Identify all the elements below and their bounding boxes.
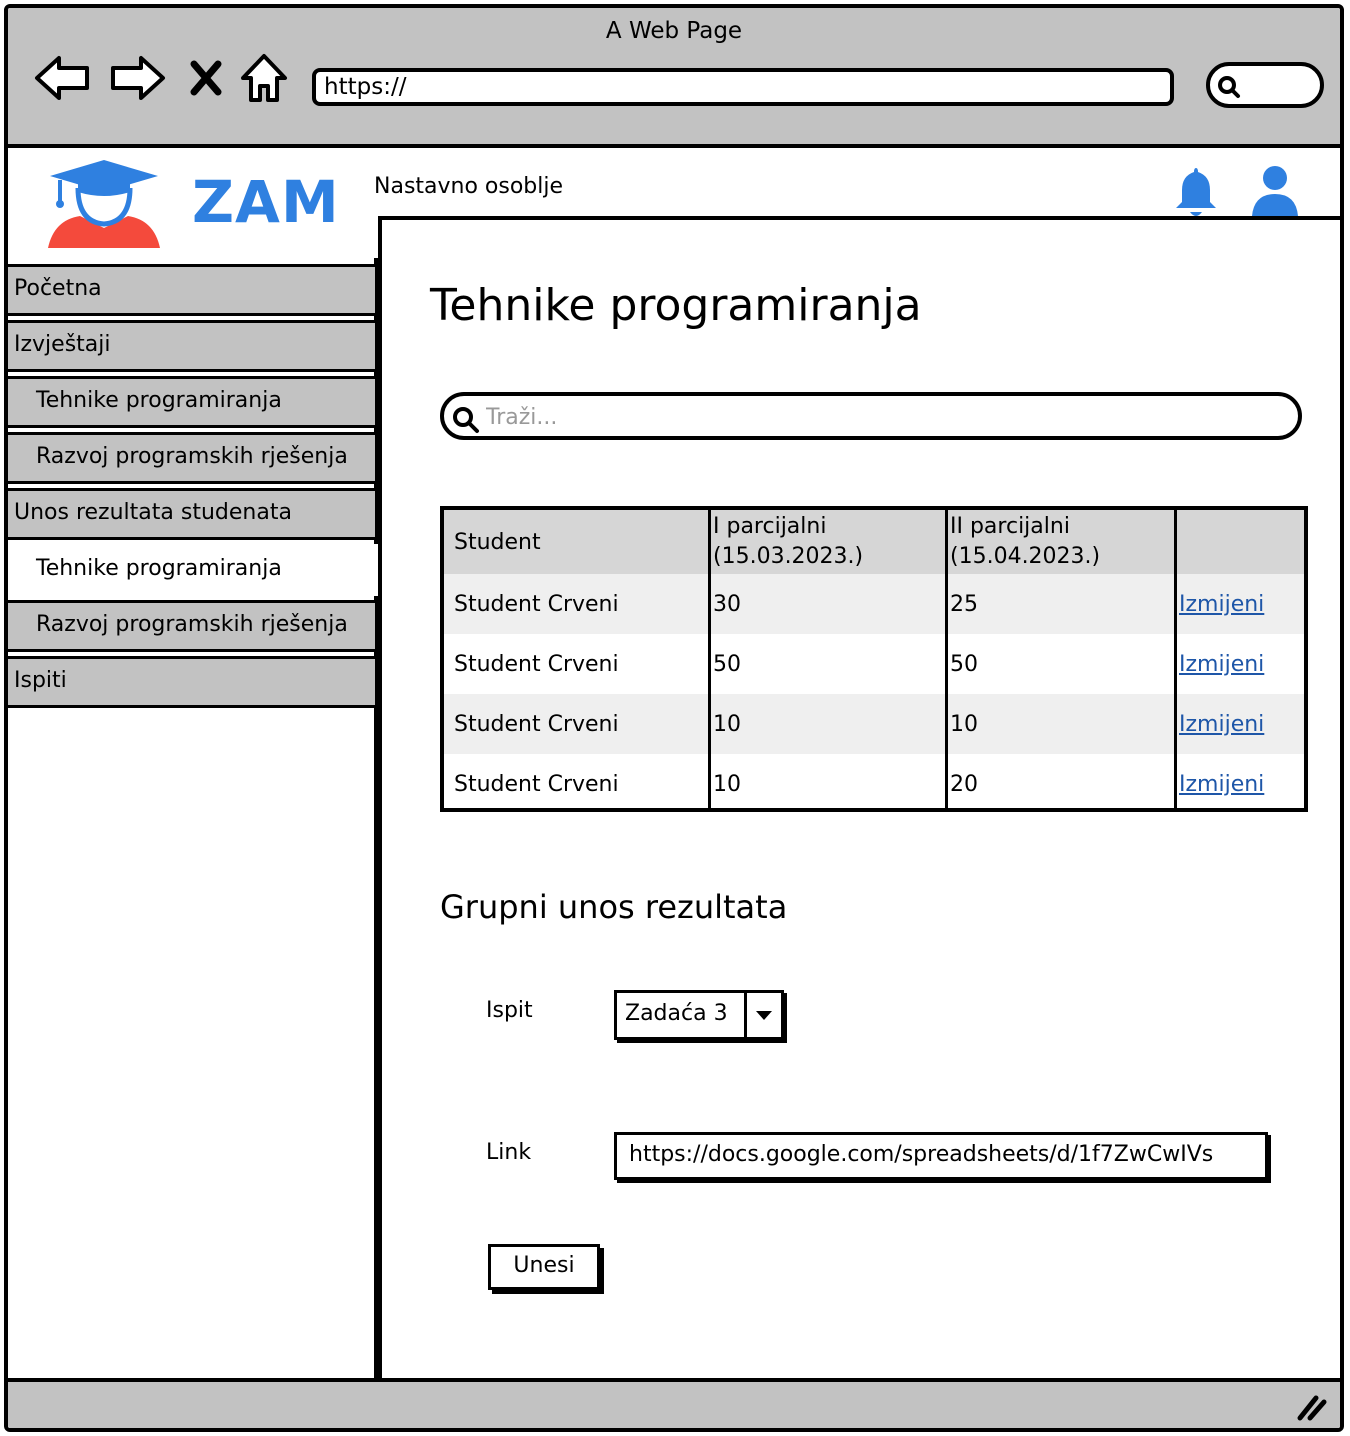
close-icon[interactable] xyxy=(176,48,236,108)
actions-cell: Izmijeni xyxy=(1174,574,1304,634)
resize-handle-icon[interactable] xyxy=(1294,1392,1328,1422)
student-cell: Student Crveni xyxy=(454,771,619,797)
actions-cell: Izmijeni xyxy=(1174,694,1304,754)
window-title: A Web Page xyxy=(605,18,743,44)
student-cell: Student Crveni xyxy=(454,711,619,737)
partial-2-cell: 20 xyxy=(945,754,1176,808)
partial-2-cell: 25 xyxy=(945,574,1176,634)
search-input[interactable] xyxy=(484,400,1288,434)
exam-label: Ispit xyxy=(486,998,533,1023)
address-bar[interactable]: https:// xyxy=(312,68,1174,106)
edit-link[interactable]: Izmijeni xyxy=(1179,712,1264,737)
browser-toolbar: A Web Page https:// xyxy=(8,8,1340,148)
brand-name: ZAM xyxy=(192,168,340,236)
graduate-avatar-logo xyxy=(44,158,164,252)
results-table: Student I parcijalni (15.03.2023.) II par… xyxy=(440,506,1308,812)
sidebar-item[interactable]: Tehnike programiranja xyxy=(8,544,378,596)
chevron-down-icon[interactable] xyxy=(744,993,781,1037)
browser-search-field[interactable] xyxy=(1206,62,1324,108)
sidebar-item[interactable]: Tehnike programiranja xyxy=(8,376,378,428)
edit-link[interactable]: Izmijeni xyxy=(1179,592,1264,617)
search-icon xyxy=(453,407,479,433)
sidebar-item[interactable]: Razvoj programskih rješenja xyxy=(8,432,378,484)
search-box[interactable] xyxy=(440,392,1302,440)
status-bar xyxy=(8,1378,1340,1428)
header-text: I parcijalni (15.03.2023.) xyxy=(713,514,864,569)
partial-1-cell: 30 xyxy=(708,574,947,634)
group-entry-title: Grupni unos rezultata xyxy=(440,888,788,926)
forward-icon[interactable] xyxy=(108,48,168,108)
table-row: Student Crveni 10 20 Izmijeni xyxy=(444,754,1304,808)
table-row: Student Crveni 30 25 Izmijeni xyxy=(444,574,1304,634)
actions-cell: Izmijeni xyxy=(1174,634,1304,694)
link-label: Link xyxy=(486,1140,532,1165)
table-row: Student Crveni 10 10 Izmijeni xyxy=(444,694,1304,754)
exam-select[interactable]: Zadaća 3 xyxy=(614,990,784,1040)
partial-1-cell: 10 xyxy=(708,754,947,808)
student-cell: Student Crveni xyxy=(454,591,619,617)
bell-icon[interactable] xyxy=(1172,164,1220,224)
exam-select-value: Zadaća 3 xyxy=(625,1001,728,1026)
partial-1-cell: 10 xyxy=(708,694,947,754)
section-label: Nastavno osoblje xyxy=(374,174,564,199)
back-icon[interactable] xyxy=(32,48,92,108)
sidebar-item[interactable]: Ispiti xyxy=(8,656,378,708)
student-cell: Student Crveni xyxy=(454,651,619,677)
column-header-partial-1: I parcijalni (15.03.2023.) xyxy=(708,510,947,574)
table-row: Student Crveni 50 50 Izmijeni xyxy=(444,634,1304,694)
partial-2-cell: 10 xyxy=(945,694,1176,754)
browser-window: A Web Page https:// ZAM Nastavno osoblje… xyxy=(4,4,1344,1432)
partial-1-cell: 50 xyxy=(708,634,947,694)
column-header-student: Student xyxy=(454,529,541,555)
search-icon xyxy=(1218,76,1240,98)
sidebar-item[interactable]: Unos rezultata studenata xyxy=(8,488,378,540)
submit-button[interactable]: Unesi xyxy=(488,1244,600,1290)
sidebar-item[interactable]: Izvještaji xyxy=(8,320,378,372)
partial-2-cell: 50 xyxy=(945,634,1176,694)
home-icon[interactable] xyxy=(234,48,294,108)
page-title: Tehnike programiranja xyxy=(430,280,922,331)
column-header-actions xyxy=(1174,510,1304,574)
header-text: II parcijalni (15.04.2023.) xyxy=(950,514,1101,569)
edit-link[interactable]: Izmijeni xyxy=(1179,772,1264,797)
user-icon[interactable] xyxy=(1250,164,1300,220)
sidebar-item[interactable]: Početna xyxy=(8,264,378,316)
actions-cell: Izmijeni xyxy=(1174,754,1304,808)
sidebar-item[interactable]: Razvoj programskih rješenja xyxy=(8,600,378,652)
link-input[interactable]: https://docs.google.com/spreadsheets/d/1… xyxy=(614,1132,1268,1180)
column-header-partial-2: II parcijalni (15.04.2023.) xyxy=(945,510,1176,574)
table-header-row: Student I parcijalni (15.03.2023.) II par… xyxy=(444,510,1304,574)
edit-link[interactable]: Izmijeni xyxy=(1179,652,1264,677)
